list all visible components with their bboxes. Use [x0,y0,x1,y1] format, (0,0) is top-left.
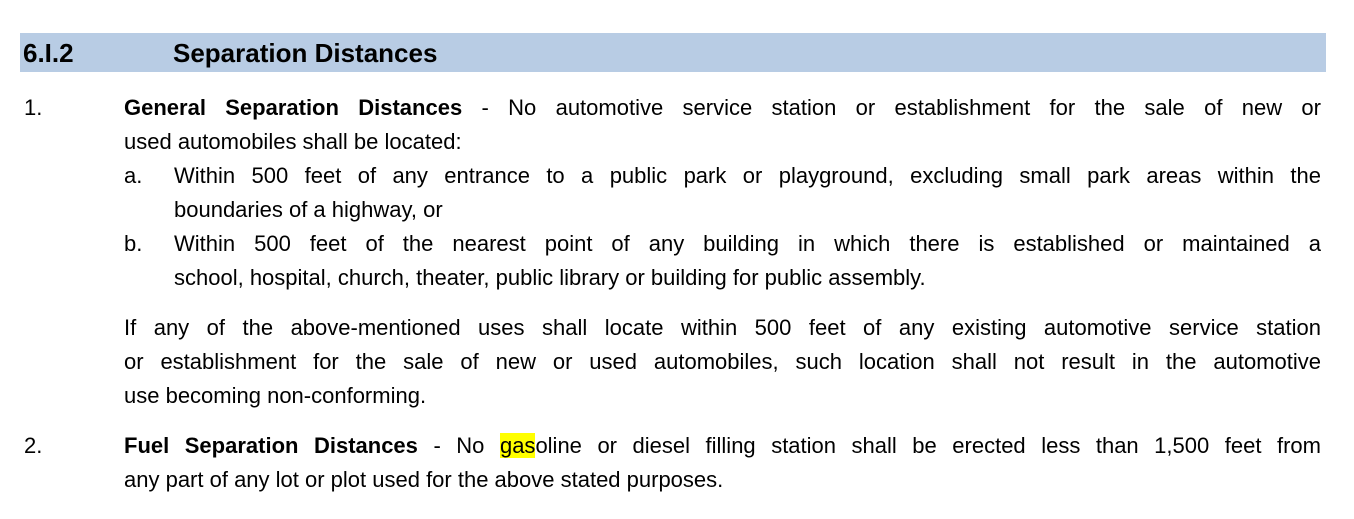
item-1-text-line2: used automobiles shall be located: [124,129,462,154]
subitem-a-line1: Within 500 feet of any entrance to a pub… [174,163,1321,188]
item-1-paragraph: General Separation Distances - No automo… [124,91,1321,159]
subitem-b-line1: Within 500 feet of the nearest point of … [174,231,1321,256]
item-2-number: 2. [24,433,43,458]
item-2-heading: Fuel Separation Distances [124,433,418,458]
item-1-followup-paragraph: If any of the above-mentioned uses shall… [124,311,1321,413]
subitem-a-text: Within 500 feet of any entrance to a pub… [174,159,1321,227]
section-title: Separation Distances [173,38,438,68]
item-1-dash: - [462,95,509,120]
highlighted-text: gas [499,433,536,458]
subitem-b-text: Within 500 feet of the nearest point of … [174,227,1321,295]
item-2-text-after-highlight: oline or diesel filling station shall be… [535,433,1321,458]
item-2-text-before-highlight: No [456,433,500,458]
followup-line1: If any of the above-mentioned uses shall… [124,315,1321,340]
item-2-paragraph: Fuel Separation Distances - No gasoline … [124,429,1321,497]
followup-line2: or establishment for the sale of new or … [124,349,1321,374]
subitem-b-line2: school, hospital, church, theater, publi… [174,265,926,290]
item-1-heading: General Separation Distances [124,95,463,120]
item-2-dash: - [417,433,457,458]
item-1-number: 1. [24,95,43,120]
subitem-a-line2: boundaries of a highway, or [174,197,443,222]
section-number: 6.I.2 [23,38,74,68]
subitem-b-letter: b. [124,231,143,256]
section-heading-bar: 6.I.2 Separation Distances [20,33,1326,72]
subitem-a-letter: a. [124,163,143,188]
item-1-text-line1: No automotive service station or establi… [508,95,1321,120]
item-2-text-line2: any part of any lot or plot used for the… [124,467,724,492]
followup-line3: use becoming non-conforming. [124,383,427,408]
